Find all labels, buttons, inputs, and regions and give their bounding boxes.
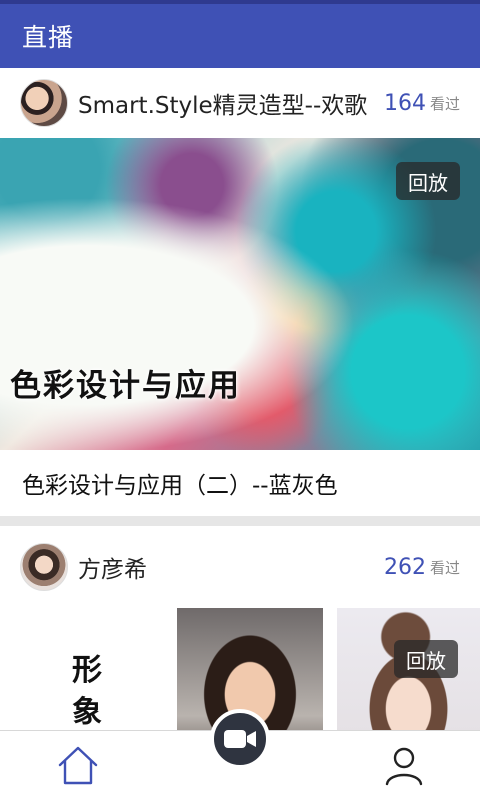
view-count: 164 (383, 90, 426, 116)
bottom-navigation (0, 709, 480, 800)
cover-text: 色彩设计与应用 (10, 368, 241, 404)
cover-text: 形象设 (72, 653, 102, 730)
view-count: 262 (383, 554, 426, 580)
author-name: 方彦希 (78, 557, 147, 583)
author-name: Smart.Style精灵造型--欢歌 (78, 93, 368, 119)
live-card[interactable]: 方彦希 262 看过 形象设 回放 (0, 526, 480, 730)
live-card[interactable]: Smart.Style精灵造型--欢歌 164 看过 色彩设计与应用 回放 色彩… (0, 68, 480, 516)
replay-badge: 回放 (394, 640, 458, 678)
card-header: 方彦希 262 看过 (0, 526, 480, 608)
page-title: 直播 (22, 23, 75, 52)
card-header: Smart.Style精灵造型--欢歌 164 看过 (0, 68, 480, 138)
card-separator (0, 516, 480, 526)
video-camera-icon (224, 730, 256, 748)
home-icon[interactable] (56, 743, 100, 787)
user-icon[interactable] (382, 743, 426, 787)
avatar[interactable] (20, 79, 68, 127)
replay-badge: 回放 (396, 162, 460, 200)
app-bar: 直播 (0, 4, 480, 68)
cover-image[interactable]: 色彩设计与应用 回放 (0, 138, 480, 450)
view-count-label: 看过 (429, 558, 460, 577)
card-title[interactable]: 色彩设计与应用（二）--蓝灰色 (0, 450, 480, 516)
cover-tile-text: 形象设 (20, 608, 166, 730)
view-count-label: 看过 (429, 94, 460, 113)
live-feed[interactable]: Smart.Style精灵造型--欢歌 164 看过 色彩设计与应用 回放 色彩… (0, 68, 480, 730)
avatar[interactable] (20, 543, 68, 591)
go-live-button[interactable] (210, 709, 270, 769)
